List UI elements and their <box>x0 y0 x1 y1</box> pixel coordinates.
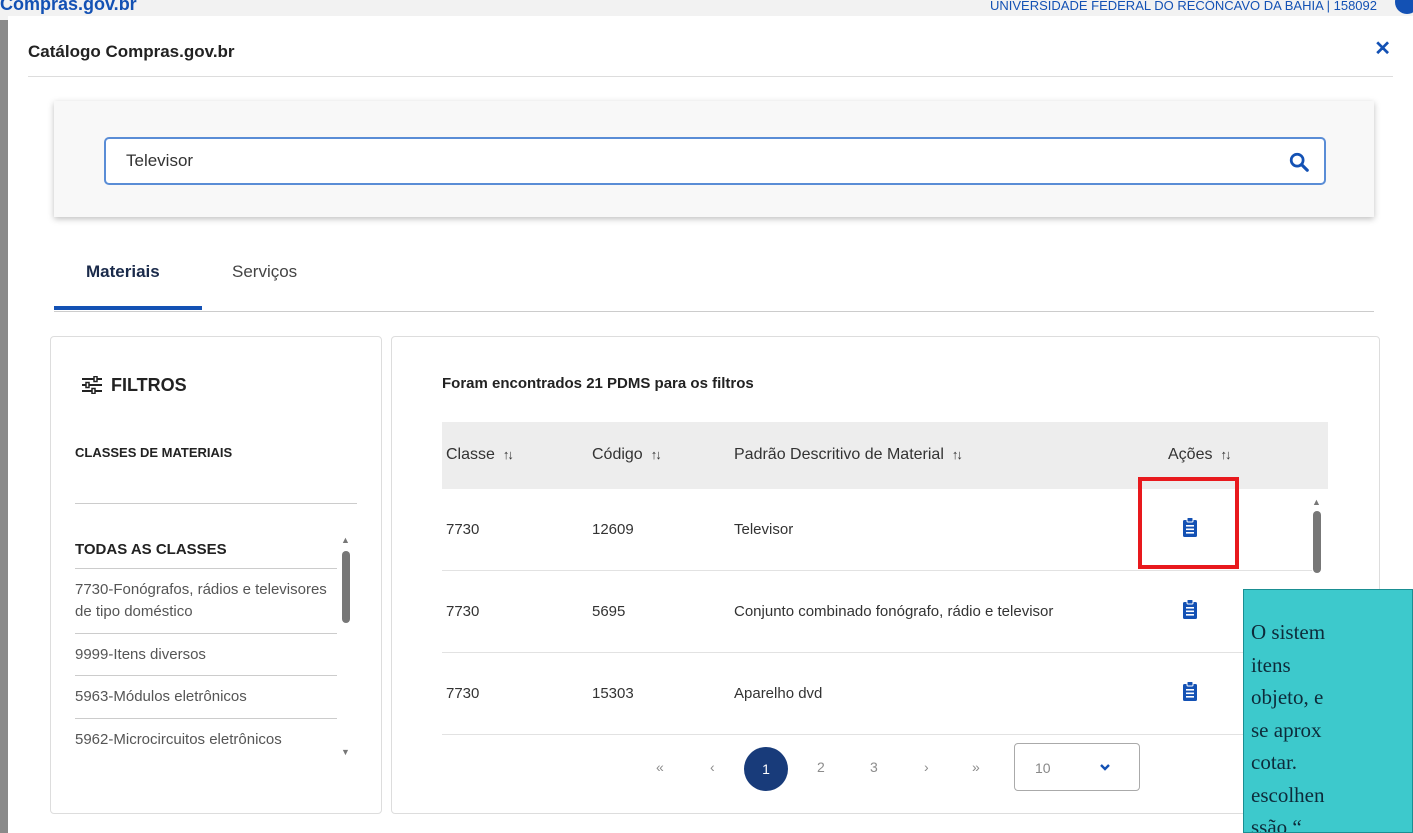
results-panel: Foram encontrados 21 PDMS para os filtro… <box>391 336 1380 814</box>
table-row: 7730 12609 Televisor <box>442 489 1312 571</box>
clipboard-list-icon[interactable] <box>1182 681 1198 701</box>
clipboard-list-icon[interactable] <box>1182 599 1198 619</box>
search-box <box>104 137 1326 185</box>
active-tab-indicator <box>54 306 202 310</box>
column-header-label: Padrão Descritivo de Material <box>734 446 944 463</box>
column-header-acoes[interactable]: Ações ↑↓ <box>1168 446 1231 464</box>
search-icon[interactable] <box>1288 151 1310 173</box>
cell-codigo: 5695 <box>592 603 626 620</box>
cell-classe: 7730 <box>446 521 480 538</box>
filters-title: FILTROS <box>81 375 187 396</box>
filters-divider <box>75 503 357 504</box>
cell-descricao: Televisor <box>734 521 794 538</box>
column-header-label: Ações <box>1168 446 1213 463</box>
class-list-scrollbar[interactable]: ▲ ▼ <box>341 535 351 763</box>
sort-icon[interactable]: ↑↓ <box>503 447 514 462</box>
class-item[interactable]: 7730-Fonógrafos, rádios e televisores de… <box>75 569 337 634</box>
title-divider <box>28 76 1393 77</box>
table-scrollbar[interactable]: ▲ <box>1312 497 1324 587</box>
last-page-button[interactable]: » <box>972 759 980 775</box>
tab-materiais[interactable]: Materiais <box>86 262 160 282</box>
catalog-modal: Catálogo Compras.gov.br ✕ Materiais Serv… <box>8 16 1413 833</box>
column-header-classe[interactable]: Classe ↑↓ <box>446 446 514 464</box>
page-button[interactable]: 2 <box>817 759 825 775</box>
class-item[interactable]: 5962-Microcircuitos eletrônicos <box>75 719 337 761</box>
table-row: 7730 5695 Conjunto combinado fonógrafo, … <box>442 571 1312 653</box>
table-header: Classe ↑↓ Código ↑↓ Padrão Descritivo de M… <box>442 422 1328 489</box>
prev-page-button[interactable]: ‹ <box>710 759 715 775</box>
cell-classe: 7730 <box>446 685 480 702</box>
chevron-down-icon <box>1100 764 1110 771</box>
column-header-descricao[interactable]: Padrão Descritivo de Material ↑↓ <box>734 446 963 464</box>
cell-descricao: Conjunto combinado fonógrafo, rádio e te… <box>734 603 1054 620</box>
sort-icon[interactable]: ↑↓ <box>651 447 662 462</box>
class-item[interactable]: 9999-Itens diversos <box>75 634 337 677</box>
search-panel <box>54 101 1374 217</box>
cell-classe: 7730 <box>446 603 480 620</box>
classes-label: CLASSES DE MATERIAIS <box>75 445 233 460</box>
scroll-down-icon[interactable]: ▼ <box>341 747 350 757</box>
pagination: « ‹ 1 2 3 › » 10 <box>642 743 1162 793</box>
column-header-label: Classe <box>446 446 495 463</box>
table-row: 7730 15303 Aparelho dvd <box>442 653 1312 735</box>
background-logo: Compras.gov.br <box>0 0 137 14</box>
filters-panel: FILTROS CLASSES DE MATERIAIS TODAS AS CL… <box>50 336 382 814</box>
search-input[interactable] <box>126 149 1226 173</box>
page-button-current[interactable]: 1 <box>744 747 788 791</box>
tab-bar: Materiais Serviços <box>54 256 1374 312</box>
background-avatar[interactable] <box>1395 0 1413 14</box>
next-page-button[interactable]: › <box>924 759 929 775</box>
column-header-codigo[interactable]: Código ↑↓ <box>592 446 662 464</box>
annotation-callout: O sistem itens objeto, e se aprox cotar.… <box>1243 589 1413 833</box>
cell-codigo: 12609 <box>592 521 634 538</box>
results-count: Foram encontrados 21 PDMS para os filtro… <box>442 375 754 392</box>
callout-text: O sistem itens objeto, e se aprox cotar.… <box>1251 620 1326 833</box>
column-header-label: Código <box>592 446 643 463</box>
cell-codigo: 15303 <box>592 685 634 702</box>
scroll-thumb[interactable] <box>1313 511 1321 573</box>
scroll-thumb[interactable] <box>342 551 350 623</box>
close-icon[interactable]: ✕ <box>1374 36 1391 61</box>
scroll-up-icon[interactable]: ▲ <box>341 535 350 545</box>
per-page-value: 10 <box>1035 760 1051 776</box>
scroll-up-icon[interactable]: ▲ <box>1312 497 1321 507</box>
class-item[interactable]: 5963-Módulos eletrônicos <box>75 676 337 719</box>
class-item-all[interactable]: TODAS AS CLASSES <box>75 527 337 569</box>
per-page-select[interactable]: 10 <box>1014 743 1140 791</box>
filters-title-label: FILTROS <box>111 375 187 395</box>
tab-servicos[interactable]: Serviços <box>232 262 297 282</box>
background-org-label: UNIVERSIDADE FEDERAL DO RECÔNCAVO DA BAH… <box>990 0 1377 13</box>
class-list: TODAS AS CLASSES 7730-Fonógrafos, rádios… <box>75 527 337 761</box>
modal-title: Catálogo Compras.gov.br <box>28 42 235 61</box>
cell-descricao: Aparelho dvd <box>734 685 823 702</box>
first-page-button[interactable]: « <box>656 759 664 775</box>
clipboard-list-icon[interactable] <box>1182 517 1198 537</box>
page-button[interactable]: 3 <box>870 759 878 775</box>
sliders-icon <box>82 375 102 395</box>
sort-icon[interactable]: ↑↓ <box>1220 447 1231 462</box>
sort-icon[interactable]: ↑↓ <box>952 447 963 462</box>
